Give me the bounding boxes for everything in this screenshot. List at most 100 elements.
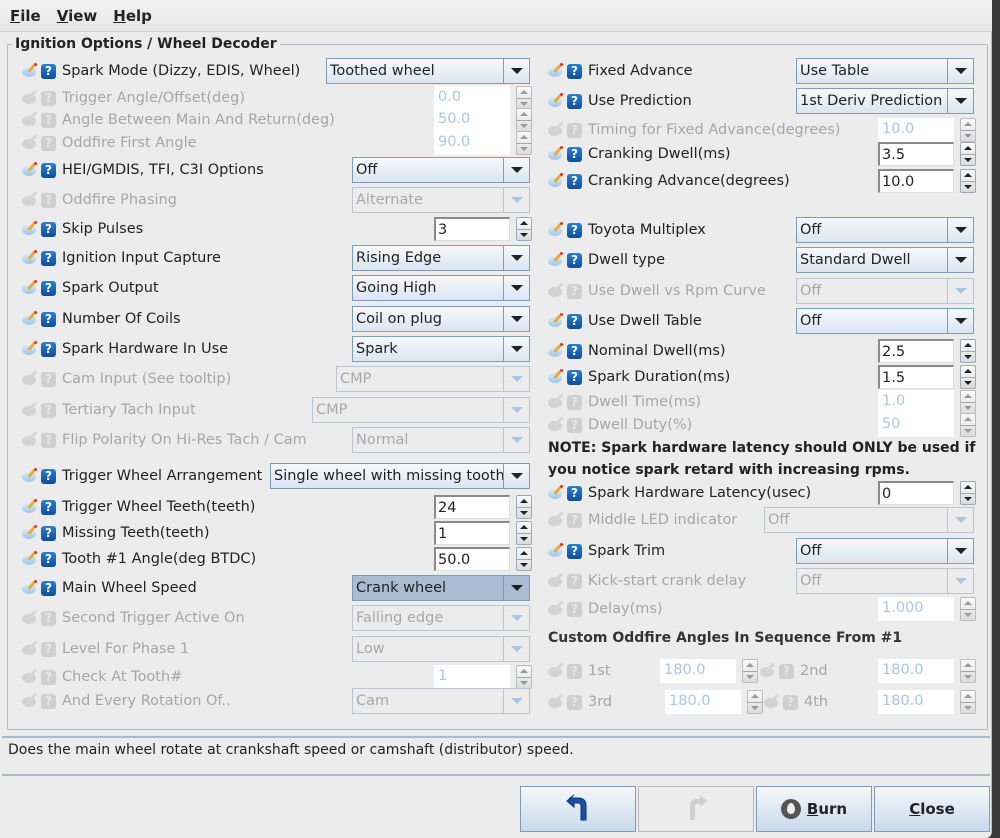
chevron-down-icon[interactable]: [503, 464, 529, 488]
help-question-icon[interactable]: ?: [41, 371, 56, 387]
chevron-down-icon[interactable]: [503, 576, 529, 600]
help-question-icon[interactable]: ?: [41, 669, 56, 685]
setting-dropdown[interactable]: Crank wheel: [352, 575, 530, 601]
edit-note-icon[interactable]: [22, 551, 39, 566]
menu-file[interactable]: File: [10, 7, 41, 25]
help-question-icon[interactable]: ?: [567, 369, 582, 385]
edit-note-icon[interactable]: [548, 543, 565, 558]
spinner-buttons[interactable]: [516, 495, 532, 519]
decrement-arrow-icon[interactable]: [517, 230, 531, 241]
edit-note-icon[interactable]: [548, 512, 565, 527]
edit-note-icon[interactable]: [22, 432, 39, 447]
help-question-icon[interactable]: ?: [567, 343, 582, 359]
spinner-input[interactable]: 1: [434, 521, 510, 545]
edit-note-icon[interactable]: [22, 280, 39, 295]
help-question-icon[interactable]: ?: [567, 252, 582, 268]
edit-note-icon[interactable]: [548, 343, 565, 358]
help-question-icon[interactable]: ?: [41, 693, 56, 709]
undo-button[interactable]: [520, 786, 636, 832]
edit-note-icon[interactable]: [548, 394, 565, 409]
spinner-input[interactable]: 50.0: [434, 547, 510, 571]
increment-arrow-icon[interactable]: [517, 496, 531, 508]
spinner-input[interactable]: 1.5: [878, 365, 954, 389]
edit-note-icon[interactable]: [548, 485, 565, 500]
help-question-icon[interactable]: ?: [41, 135, 56, 151]
help-question-icon[interactable]: ?: [567, 485, 582, 501]
spinner-input[interactable]: 10.0: [878, 169, 954, 193]
burn-button[interactable]: Burn: [756, 786, 872, 832]
setting-dropdown[interactable]: Rising Edge: [352, 245, 530, 271]
spinner-buttons[interactable]: [516, 217, 532, 241]
edit-note-icon[interactable]: [548, 146, 565, 161]
edit-note-icon[interactable]: [548, 417, 565, 432]
edit-note-icon[interactable]: [22, 90, 39, 105]
spinner-buttons[interactable]: [960, 481, 976, 505]
decrement-arrow-icon[interactable]: [961, 352, 975, 363]
setting-dropdown[interactable]: Off: [796, 217, 974, 243]
help-question-icon[interactable]: ?: [567, 601, 582, 617]
redo-button[interactable]: [638, 786, 754, 832]
help-question-icon[interactable]: ?: [783, 694, 798, 710]
setting-dropdown[interactable]: Coil on plug: [352, 306, 530, 332]
help-question-icon[interactable]: ?: [41, 311, 56, 327]
help-question-icon[interactable]: ?: [567, 313, 582, 329]
help-question-icon[interactable]: ?: [41, 610, 56, 626]
help-question-icon[interactable]: ?: [567, 122, 582, 138]
help-question-icon[interactable]: ?: [567, 173, 582, 189]
increment-arrow-icon[interactable]: [517, 522, 531, 534]
edit-note-icon[interactable]: [22, 250, 39, 265]
edit-note-icon[interactable]: [22, 402, 39, 417]
edit-note-icon[interactable]: [22, 499, 39, 514]
edit-note-icon[interactable]: [548, 573, 565, 588]
help-question-icon[interactable]: ?: [41, 341, 56, 357]
edit-note-icon[interactable]: [548, 222, 565, 237]
help-question-icon[interactable]: ?: [41, 162, 56, 178]
increment-arrow-icon[interactable]: [961, 482, 975, 494]
decrement-arrow-icon[interactable]: [517, 534, 531, 545]
setting-dropdown[interactable]: 1st Deriv Prediction: [796, 88, 974, 114]
help-question-icon[interactable]: ?: [41, 432, 56, 448]
help-question-icon[interactable]: ?: [567, 93, 582, 109]
edit-note-icon[interactable]: [548, 252, 565, 267]
edit-note-icon[interactable]: [760, 663, 777, 678]
help-question-icon[interactable]: ?: [41, 90, 56, 106]
chevron-down-icon[interactable]: [503, 276, 529, 300]
close-button[interactable]: Close: [874, 786, 990, 832]
help-question-icon[interactable]: ?: [41, 250, 56, 266]
edit-note-icon[interactable]: [22, 221, 39, 236]
decrement-arrow-icon[interactable]: [961, 155, 975, 166]
decrement-arrow-icon[interactable]: [517, 560, 531, 571]
edit-note-icon[interactable]: [548, 369, 565, 384]
edit-note-icon[interactable]: [548, 694, 565, 709]
help-question-icon[interactable]: ?: [567, 573, 582, 589]
help-question-icon[interactable]: ?: [567, 63, 582, 79]
help-question-icon[interactable]: ?: [567, 543, 582, 559]
menu-view[interactable]: View: [57, 7, 98, 25]
spinner-buttons[interactable]: [960, 142, 976, 166]
edit-note-icon[interactable]: [22, 693, 39, 708]
edit-note-icon[interactable]: [548, 93, 565, 108]
help-question-icon[interactable]: ?: [41, 192, 56, 208]
increment-arrow-icon[interactable]: [517, 218, 531, 230]
menu-help[interactable]: Help: [113, 7, 152, 25]
setting-dropdown[interactable]: Single wheel with missing tooth: [270, 463, 530, 489]
edit-note-icon[interactable]: [22, 63, 39, 78]
chevron-down-icon[interactable]: [503, 158, 529, 182]
chevron-down-icon[interactable]: [503, 307, 529, 331]
help-question-icon[interactable]: ?: [41, 551, 56, 567]
edit-note-icon[interactable]: [548, 601, 565, 616]
help-question-icon[interactable]: ?: [567, 394, 582, 410]
spinner-input[interactable]: 24: [434, 495, 510, 519]
spinner-input[interactable]: 3.5: [878, 142, 954, 166]
increment-arrow-icon[interactable]: [961, 340, 975, 352]
setting-dropdown[interactable]: Standard Dwell: [796, 247, 974, 273]
help-question-icon[interactable]: ?: [41, 525, 56, 541]
edit-note-icon[interactable]: [22, 669, 39, 684]
edit-note-icon[interactable]: [22, 311, 39, 326]
help-question-icon[interactable]: ?: [41, 221, 56, 237]
help-question-icon[interactable]: ?: [41, 112, 56, 128]
spinner-buttons[interactable]: [960, 339, 976, 363]
chevron-down-icon[interactable]: [503, 337, 529, 361]
increment-arrow-icon[interactable]: [961, 170, 975, 182]
setting-dropdown[interactable]: Toothed wheel: [326, 58, 530, 84]
